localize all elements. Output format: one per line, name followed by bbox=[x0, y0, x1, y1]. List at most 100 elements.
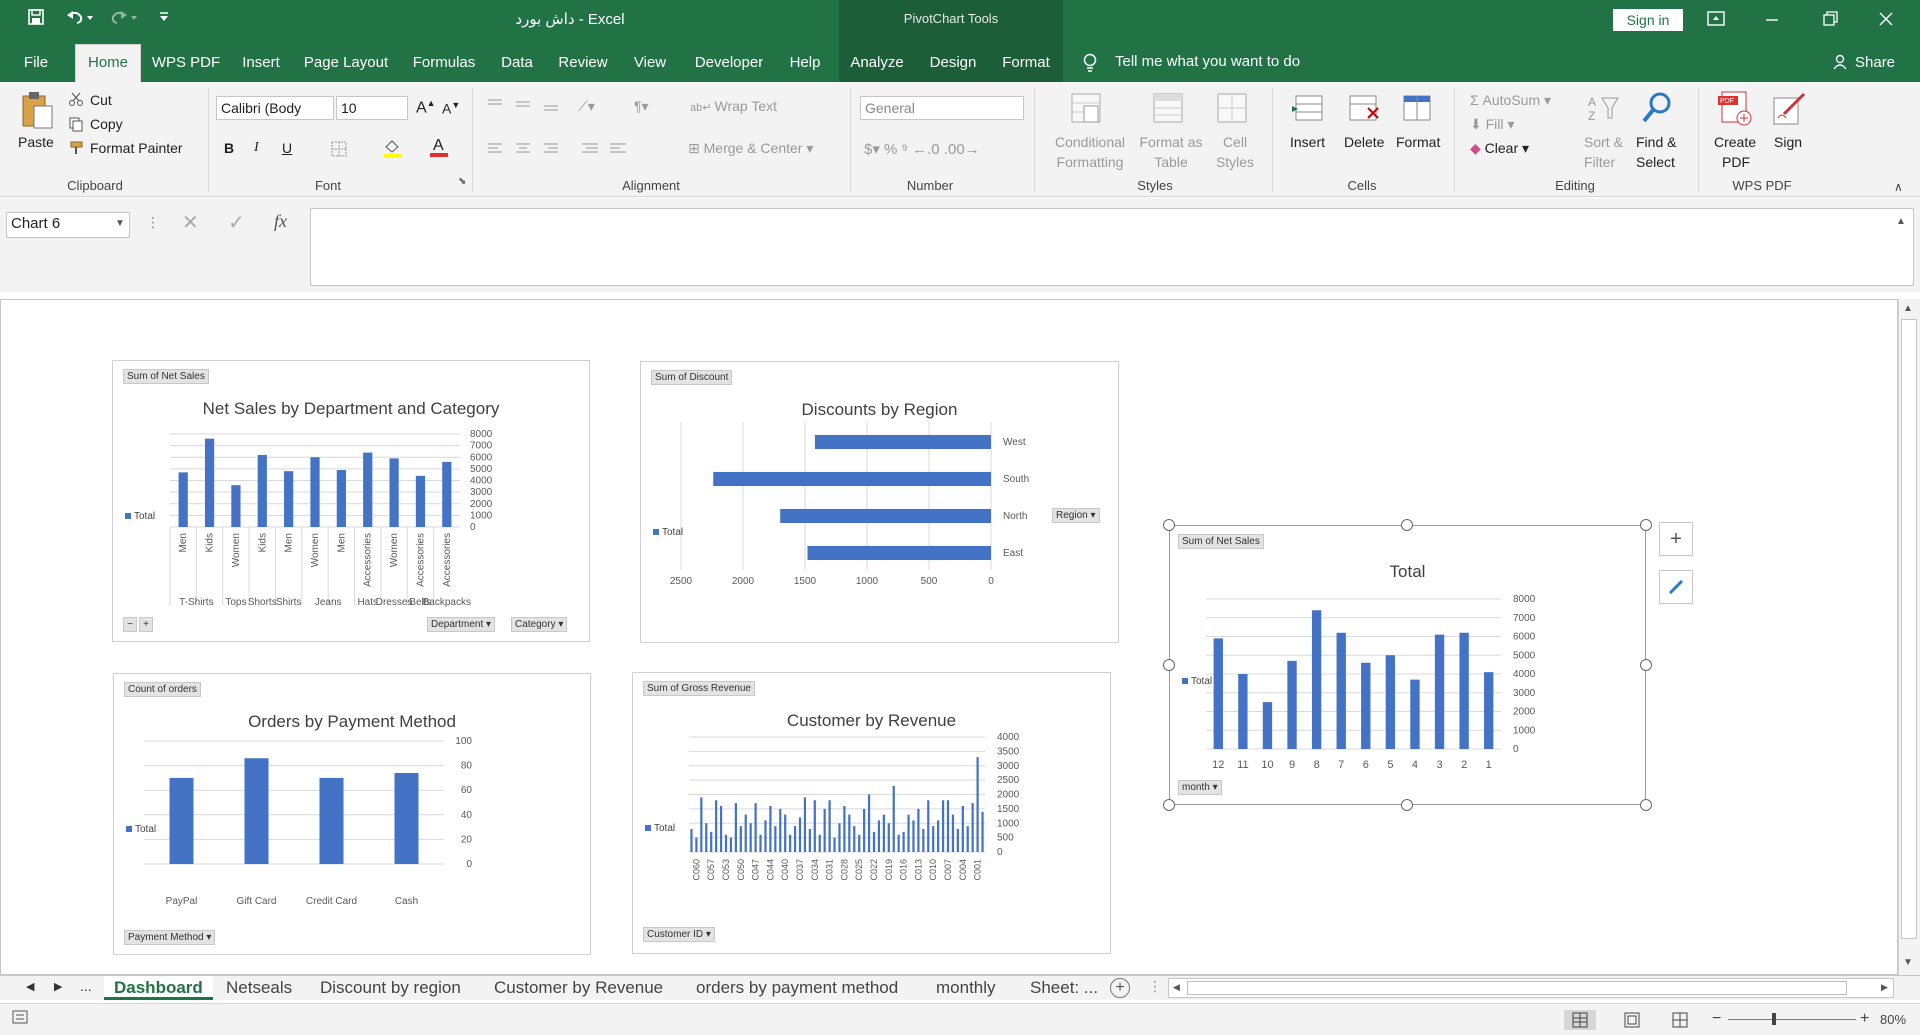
share-icon[interactable] bbox=[1832, 53, 1850, 74]
font-name-select[interactable]: Calibri (Body bbox=[216, 96, 334, 120]
format-as-table-label1[interactable]: Format as bbox=[1136, 134, 1206, 150]
accounting-format-icon[interactable]: $▾ % ⁹ ←.0 .00→ bbox=[864, 140, 980, 158]
tab-page-layout[interactable]: Page Layout bbox=[300, 50, 392, 76]
wrap-text-button[interactable]: ab↵ Wrap Text bbox=[690, 98, 777, 114]
scrollbar-thumb[interactable] bbox=[1187, 981, 1847, 995]
resize-handle[interactable] bbox=[1640, 519, 1652, 531]
close-icon[interactable] bbox=[1876, 10, 1900, 30]
resize-handle[interactable] bbox=[1640, 799, 1652, 811]
chart-orders-by-payment[interactable]: Count of orders Orders by Payment Method… bbox=[113, 673, 591, 955]
chevron-down-icon[interactable]: ▼ bbox=[115, 218, 125, 229]
scrollbar-thumb[interactable] bbox=[1901, 319, 1917, 939]
new-sheet-icon[interactable]: + bbox=[1110, 978, 1130, 998]
collapse-field-button[interactable]: − bbox=[123, 617, 137, 632]
minimize-icon[interactable] bbox=[1762, 10, 1786, 30]
page-break-view-icon[interactable] bbox=[1670, 1012, 1690, 1031]
italic-button[interactable]: I bbox=[254, 140, 259, 156]
redo-icon[interactable] bbox=[106, 8, 142, 32]
sheet-tab-netseals[interactable]: Netseals bbox=[226, 976, 292, 1000]
tab-file[interactable]: File bbox=[14, 50, 58, 76]
sheet-tab-discount-by-region[interactable]: Discount by region bbox=[320, 976, 461, 1000]
cancel-icon[interactable]: ✕ bbox=[182, 210, 199, 235]
cut-button[interactable]: Cut bbox=[90, 92, 112, 108]
sheet-tab-orders-by-payment-method[interactable]: orders by payment method bbox=[696, 976, 898, 1000]
sort-filter-label2[interactable]: Filter bbox=[1584, 154, 1615, 170]
sign-button[interactable]: Sign bbox=[1774, 134, 1802, 150]
font-color-icon[interactable]: A bbox=[428, 136, 450, 161]
find-select-label1[interactable]: Find & bbox=[1636, 134, 1676, 150]
chevron-down-icon[interactable] bbox=[152, 8, 176, 32]
format-painter-button[interactable]: Format Painter bbox=[90, 140, 183, 156]
zoom-level[interactable]: 80% bbox=[1880, 1012, 1906, 1027]
resize-handle[interactable] bbox=[1163, 659, 1175, 671]
sign-in-button[interactable]: Sign in bbox=[1613, 9, 1683, 31]
chart-monthly-total-selected[interactable]: Sum of Net Sales Total Total 8000 7000 600… bbox=[1169, 525, 1646, 805]
find-select-label2[interactable]: Select bbox=[1636, 154, 1675, 170]
resize-handle[interactable] bbox=[1163, 519, 1175, 531]
category-field-button[interactable]: Category ▾ bbox=[511, 617, 568, 632]
find-select-icon[interactable] bbox=[1640, 90, 1676, 129]
expand-field-button[interactable]: + bbox=[139, 617, 153, 632]
tab-analyze[interactable]: Analyze bbox=[845, 50, 909, 76]
cell-styles-icon[interactable] bbox=[1216, 92, 1252, 129]
resize-handle[interactable] bbox=[1401, 519, 1413, 531]
collapse-ribbon-icon[interactable]: ∧ bbox=[1894, 180, 1903, 194]
tab-format[interactable]: Format bbox=[996, 50, 1056, 76]
paste-icon[interactable] bbox=[18, 90, 58, 137]
sheet-tab-monthly[interactable]: monthly bbox=[936, 976, 996, 1000]
merge-center-button[interactable]: ⊞ Merge & Center ▾ bbox=[688, 140, 813, 157]
horizontal-scrollbar[interactable]: ◀ ▶ bbox=[1168, 978, 1894, 998]
scroll-right-icon[interactable]: ▶ bbox=[1881, 982, 1888, 993]
zoom-slider[interactable] bbox=[1728, 1019, 1856, 1020]
scroll-left-icon[interactable]: ◀ bbox=[1173, 982, 1180, 993]
cell-styles-label1[interactable]: Cell bbox=[1210, 134, 1260, 150]
customer-id-field-button[interactable]: Customer ID ▾ bbox=[643, 927, 715, 942]
format-as-table-icon[interactable] bbox=[1152, 92, 1188, 129]
insert-function-icon[interactable]: fx bbox=[274, 211, 287, 232]
tab-wps-pdf[interactable]: WPS PDF bbox=[150, 50, 222, 76]
tab-split-icon[interactable]: ⋮ bbox=[1148, 978, 1162, 995]
sheet-tab-more[interactable]: Sheet: ... bbox=[1030, 976, 1098, 1000]
chart-styles-brush-icon[interactable] bbox=[1659, 570, 1693, 604]
scroll-down-icon[interactable]: ▼ bbox=[1903, 957, 1913, 968]
conditional-formatting-label1[interactable]: Conditional bbox=[1050, 134, 1130, 150]
tab-formulas[interactable]: Formulas bbox=[406, 50, 482, 76]
page-layout-view-icon[interactable] bbox=[1622, 1012, 1642, 1031]
tab-data[interactable]: Data bbox=[494, 50, 540, 76]
paste-button[interactable]: Paste bbox=[18, 134, 54, 150]
vertical-scrollbar[interactable]: ▲ ▼ bbox=[1898, 299, 1920, 975]
formula-input[interactable] bbox=[310, 208, 1914, 286]
fill-button[interactable]: ⬇ Fill ▾ bbox=[1470, 116, 1514, 133]
tab-help[interactable]: Help bbox=[784, 50, 826, 76]
tab-insert[interactable]: Insert bbox=[236, 50, 286, 76]
grow-font-icon[interactable]: A▲ bbox=[416, 98, 436, 117]
sign-icon[interactable] bbox=[1770, 90, 1808, 131]
delete-cells-button[interactable]: Delete bbox=[1344, 134, 1384, 150]
autosum-button[interactable]: Σ AutoSum ▾ bbox=[1470, 92, 1551, 109]
align-left-icon[interactable] bbox=[486, 140, 636, 161]
bold-button[interactable]: B bbox=[224, 140, 234, 156]
save-icon[interactable] bbox=[24, 8, 48, 32]
insert-cells-button[interactable]: Insert bbox=[1290, 134, 1325, 150]
sort-filter-icon[interactable]: AZ bbox=[1586, 92, 1622, 129]
create-pdf-label1[interactable]: Create bbox=[1714, 134, 1756, 150]
format-as-table-label2[interactable]: Table bbox=[1136, 154, 1206, 170]
tab-view[interactable]: View bbox=[626, 50, 674, 76]
cell-styles-label2[interactable]: Styles bbox=[1210, 154, 1260, 170]
number-format-select[interactable]: General bbox=[860, 96, 1024, 120]
enter-icon[interactable]: ✓ bbox=[228, 210, 245, 235]
tab-design[interactable]: Design bbox=[922, 50, 984, 76]
dialog-launcher-icon[interactable]: ⬊ bbox=[458, 176, 466, 187]
format-cells-button[interactable]: Format bbox=[1396, 134, 1440, 150]
conditional-formatting-label2[interactable]: Formatting bbox=[1050, 154, 1130, 170]
chart-net-sales-dept-category[interactable]: Sum of Net Sales Net Sales by Department… bbox=[112, 360, 590, 642]
text-direction-icon[interactable]: ¶▾ bbox=[634, 98, 649, 115]
zoom-in-icon[interactable]: + bbox=[1860, 1010, 1869, 1028]
create-pdf-icon[interactable]: PDF bbox=[1716, 90, 1754, 131]
align-top-icon[interactable] bbox=[486, 96, 576, 117]
normal-view-icon[interactable] bbox=[1564, 1010, 1596, 1030]
orientation-icon[interactable]: ⟋▾ bbox=[578, 98, 595, 115]
copy-button[interactable]: Copy bbox=[90, 116, 123, 132]
tab-home[interactable]: Home bbox=[75, 44, 141, 82]
tab-developer[interactable]: Developer bbox=[686, 50, 772, 76]
